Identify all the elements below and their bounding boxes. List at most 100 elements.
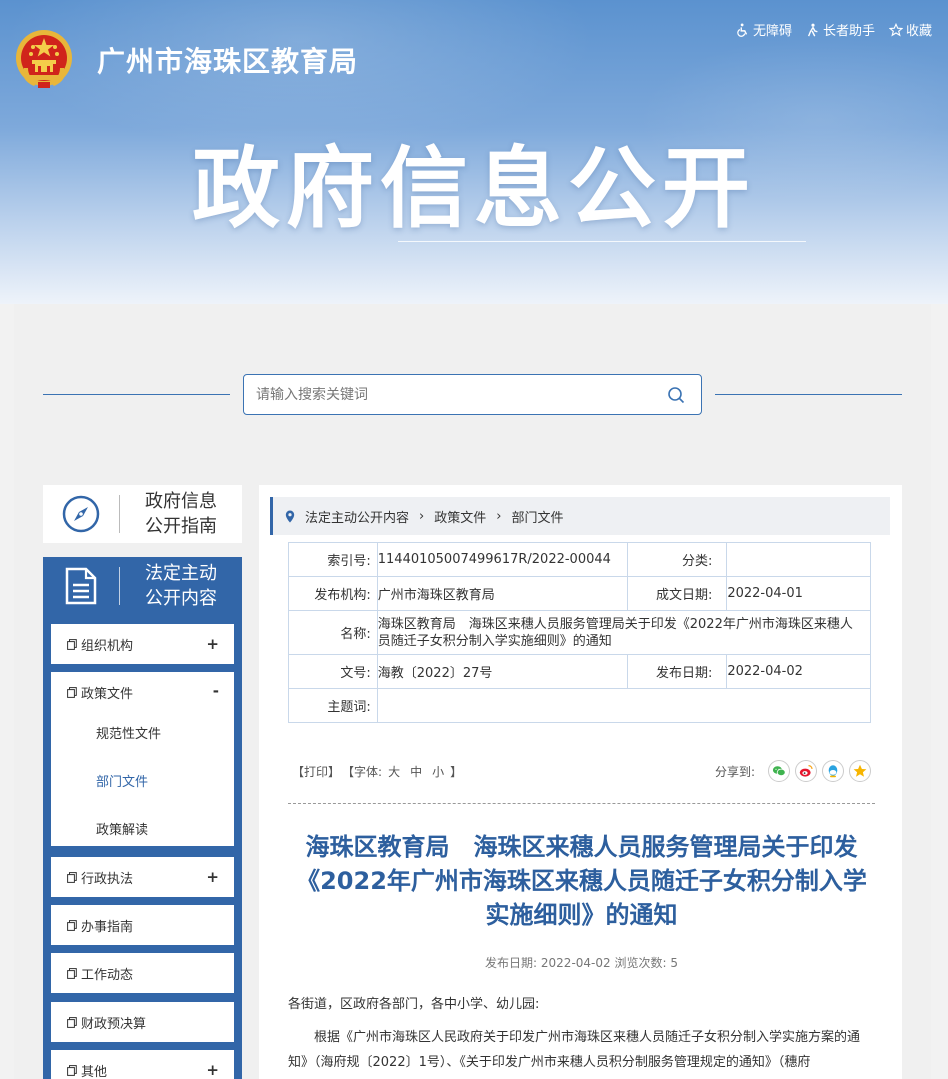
- font-large-button[interactable]: 大: [388, 763, 400, 780]
- page-icon: [67, 686, 77, 698]
- main-container: 政府信息 公开指南 法定主动 公开内容 组织机构 + 政策文件 - 规范性文件 …: [14, 304, 931, 1079]
- font-medium-button[interactable]: 中: [410, 763, 422, 780]
- meta-written-date: 2022-04-01: [726, 576, 871, 611]
- search-rule-right: [715, 394, 902, 395]
- share-weibo-button[interactable]: [795, 760, 817, 782]
- weibo-icon: [799, 765, 813, 777]
- meta-index-value: 11440105007499617R/2022-00044: [376, 542, 628, 577]
- sidebar-item-label: 行政执法: [81, 871, 134, 887]
- meta-label: 分类:: [626, 542, 728, 577]
- sidebar-item-policy[interactable]: 政策文件 -: [51, 672, 234, 712]
- meta-label: 文号:: [288, 654, 378, 689]
- meta-label: 主题词:: [288, 688, 378, 723]
- star-icon: [888, 22, 903, 36]
- chevron-right-icon: ›: [496, 508, 502, 524]
- active-line1: 法定主动: [145, 562, 217, 584]
- elder-assist-link[interactable]: 长者助手: [806, 20, 875, 39]
- font-size-label: 【字体:: [342, 765, 383, 779]
- hero-title: 政府信息公开: [191, 137, 756, 240]
- favorite-label: 收藏: [905, 24, 932, 39]
- page-icon: [67, 1064, 77, 1076]
- sidebar-item-guide[interactable]: 办事指南: [51, 905, 234, 945]
- search-input[interactable]: [256, 375, 646, 414]
- share-qq-button[interactable]: [822, 760, 844, 782]
- meta-name-value: 海珠区教育局 海珠区来穗人员服务管理局关于印发《2022年广州市海珠区来穗人员随…: [376, 610, 872, 655]
- content-panel: 法定主动公开内容 › 政策文件 › 部门文件 索引号: 114401050074…: [259, 485, 902, 1079]
- article-paragraph: 根据《广州市海珠区人民政府关于印发广州市海珠区来穗人员随迁子女积分制入学实施方案…: [288, 1030, 861, 1070]
- meta-published-date: 2022-04-02: [726, 654, 871, 689]
- elder-assist-icon: [807, 23, 818, 36]
- top-links: 无障碍 长者助手 收藏: [736, 20, 932, 39]
- wechat-icon: [772, 766, 786, 777]
- qzone-icon: [853, 764, 867, 777]
- expand-icon[interactable]: +: [206, 868, 219, 886]
- qq-icon: [828, 765, 838, 778]
- national-emblem-icon: [16, 30, 72, 88]
- article-salutation: 各街道，区政府各部门，各中小学、幼儿园:: [288, 997, 540, 1012]
- hero-underline: [398, 241, 806, 242]
- accessibility-link[interactable]: 无障碍: [736, 20, 792, 39]
- breadcrumb-item-department[interactable]: 部门文件: [511, 507, 563, 526]
- font-small-button[interactable]: 小: [432, 763, 444, 780]
- guide-line1: 政府信息: [145, 491, 217, 512]
- meta-issuer-value: 广州市海珠区教育局: [376, 576, 628, 611]
- sidebar-item-enforcement[interactable]: 行政执法 +: [51, 857, 234, 897]
- article-title: 海珠区教育局 海珠区来穗人员服务管理局关于印发《2022年广州市海珠区来穗人员随…: [296, 833, 867, 929]
- meta-docno-value: 海教〔2022〕27号: [376, 654, 628, 689]
- page-icon: [67, 871, 77, 883]
- sidebar-subitem-department[interactable]: 部门文件: [96, 771, 148, 790]
- compass-icon: [62, 495, 100, 533]
- expand-icon[interactable]: +: [206, 635, 219, 653]
- sidebar-item-label: 政策文件: [81, 686, 134, 702]
- sidebar-item-budget[interactable]: 财政预决算: [51, 1002, 234, 1042]
- document-icon: [65, 567, 97, 604]
- breadcrumb-item-policy[interactable]: 政策文件: [434, 507, 486, 526]
- page-icon: [67, 1016, 77, 1028]
- sidebar-group-policy: 政策文件 - 规范性文件 部门文件 政策解读: [51, 672, 234, 846]
- sidebar-item-label: 组织机构: [81, 638, 134, 654]
- sidebar-item-news[interactable]: 工作动态: [51, 953, 234, 993]
- header-banner: 广州市海珠区教育局 无障碍 长者助手 收藏 政府信息公开: [0, 0, 948, 304]
- sidebar-item-label: 其他: [81, 1064, 108, 1079]
- print-button[interactable]: 【打印】: [292, 763, 340, 780]
- share-label: 分享到:: [714, 764, 755, 779]
- sidebar-item-label: 办事指南: [81, 919, 134, 935]
- guide-line2: 公开指南: [145, 516, 217, 537]
- elder-assist-label: 长者助手: [822, 24, 875, 39]
- breadcrumb: 法定主动公开内容 › 政策文件 › 部门文件: [270, 497, 890, 535]
- sidebar-subitem-normative[interactable]: 规范性文件: [96, 723, 161, 742]
- article-body: 各街道，区政府各部门，各中小学、幼儿园: 根据《广州市海珠区人民政府关于印发广州…: [288, 992, 868, 1079]
- meta-label: 发布机构:: [288, 576, 378, 611]
- share-wechat-button[interactable]: [768, 760, 790, 782]
- share-bar: 分享到:: [715, 760, 871, 782]
- meta-label: 成文日期:: [626, 576, 728, 611]
- page-icon: [67, 638, 77, 650]
- sidebar-item-label: 工作动态: [81, 967, 134, 983]
- chevron-right-icon: ›: [419, 508, 425, 524]
- location-pin-icon: [285, 510, 295, 522]
- sidebar-menu: 组织机构 + 政策文件 - 规范性文件 部门文件 政策解读 行政执法 + 办事指…: [43, 614, 242, 1079]
- section-divider: [288, 803, 875, 804]
- meta-label: 发布日期:: [626, 654, 728, 689]
- search-icon[interactable]: [667, 386, 685, 404]
- favorite-link[interactable]: 收藏: [888, 20, 932, 39]
- article-meta: 发布日期: 2022-04-02 浏览次数: 5: [485, 956, 678, 970]
- site-title[interactable]: 广州市海珠区教育局: [97, 40, 358, 80]
- statutory-content-card[interactable]: 法定主动 公开内容: [43, 557, 242, 614]
- collapse-icon[interactable]: -: [213, 682, 219, 700]
- meta-label: 名称:: [288, 610, 378, 655]
- breadcrumb-item-statutory[interactable]: 法定主动公开内容: [305, 507, 409, 526]
- sidebar-subitem-interpretation[interactable]: 政策解读: [96, 819, 148, 838]
- sidebar-item-organization[interactable]: 组织机构 +: [51, 624, 234, 664]
- accessibility-label: 无障碍: [752, 24, 792, 39]
- active-line2: 公开内容: [145, 587, 217, 609]
- search-rule-left: [43, 394, 230, 395]
- expand-icon[interactable]: +: [206, 1061, 219, 1079]
- article-toolbar: 【打印】 【字体: 大 中 小 】 分享到:: [288, 760, 871, 784]
- sidebar-item-other[interactable]: 其他 +: [51, 1050, 234, 1079]
- meta-category-value: [726, 542, 871, 577]
- wheelchair-icon: [737, 23, 748, 37]
- sidebar-item-label: 财政预决算: [81, 1016, 147, 1032]
- share-qzone-button[interactable]: [849, 760, 871, 782]
- disclosure-guide-card[interactable]: 政府信息 公开指南: [43, 485, 242, 543]
